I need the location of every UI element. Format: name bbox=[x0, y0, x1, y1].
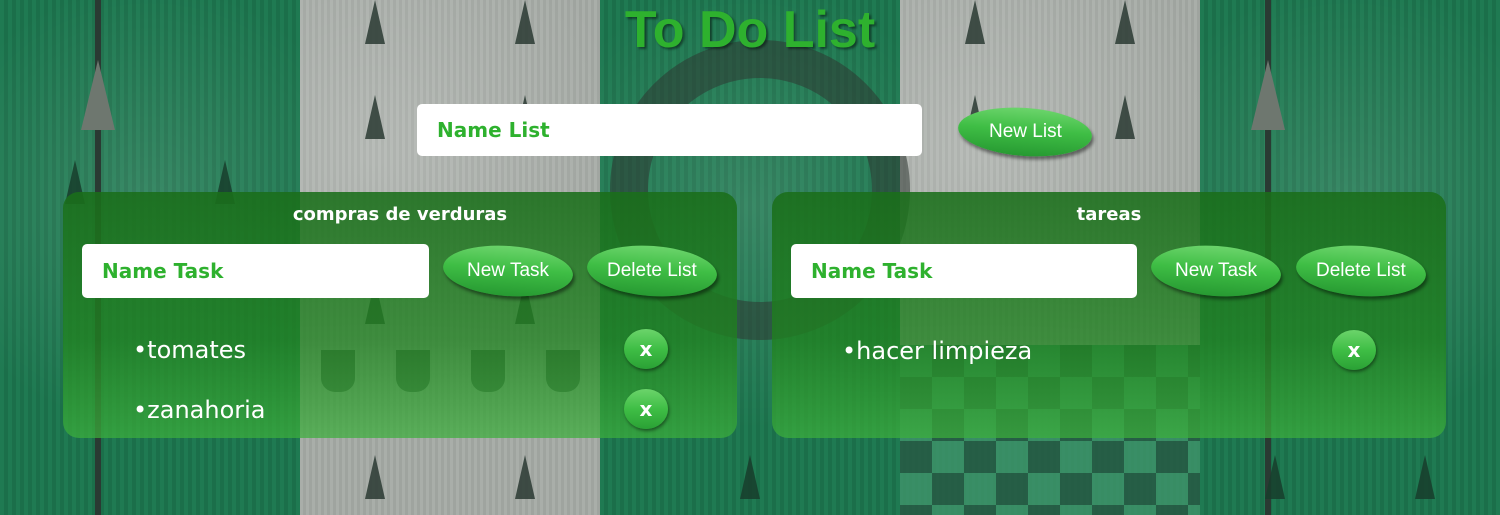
list-card: tareas New Task Delete List •hacer limpi… bbox=[772, 192, 1446, 438]
new-task-button-label: New Task bbox=[1174, 259, 1257, 281]
task-name-input[interactable] bbox=[791, 244, 1137, 298]
delete-list-button[interactable]: Delete List bbox=[585, 241, 719, 301]
task-item: •zanahoria x bbox=[63, 389, 737, 436]
delete-list-button-label: Delete List bbox=[1316, 260, 1406, 281]
list-card: compras de verduras New Task Delete List… bbox=[63, 192, 737, 438]
task-text: •tomates bbox=[133, 336, 247, 364]
new-task-button-label: New Task bbox=[466, 259, 549, 281]
task-text: •zanahoria bbox=[133, 396, 266, 424]
delete-task-button[interactable]: x bbox=[624, 389, 668, 429]
task-item: •hacer limpieza x bbox=[772, 330, 1446, 377]
task-text: •hacer limpieza bbox=[842, 337, 1033, 365]
new-task-button[interactable]: New Task bbox=[441, 241, 575, 301]
new-list-button[interactable]: New List bbox=[956, 103, 1094, 161]
list-name-input[interactable] bbox=[417, 104, 922, 156]
new-list-button-label: New List bbox=[988, 120, 1062, 142]
delete-task-button[interactable]: x bbox=[1332, 330, 1376, 370]
delete-list-button-label: Delete List bbox=[607, 260, 697, 281]
task-item: •tomates x bbox=[63, 329, 737, 376]
todo-app: To Do List New List compras de verduras … bbox=[0, 0, 1500, 515]
list-title: tareas bbox=[1076, 204, 1142, 225]
delete-list-button[interactable]: Delete List bbox=[1294, 241, 1428, 301]
page-title: To Do List bbox=[624, 1, 876, 59]
task-name-input[interactable] bbox=[82, 244, 429, 298]
new-task-button[interactable]: New Task bbox=[1149, 241, 1283, 301]
delete-task-button[interactable]: x bbox=[624, 329, 668, 369]
list-title: compras de verduras bbox=[292, 204, 508, 225]
